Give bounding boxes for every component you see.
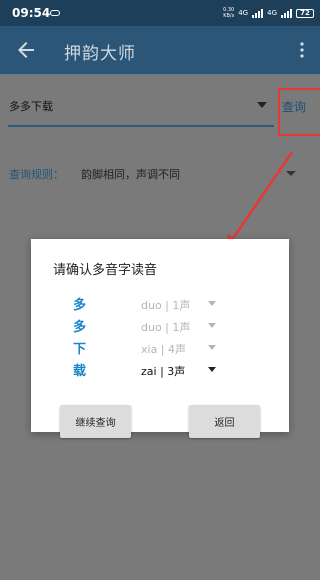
chevron-down-icon[interactable]	[208, 301, 216, 306]
network-speed: 0.30 KB/s	[223, 7, 234, 19]
chevron-down-icon[interactable]	[208, 323, 216, 328]
pinyin-select[interactable]: duo | 1声	[141, 297, 190, 313]
app-bar: 押韵大师	[0, 26, 320, 74]
page-title: 押韵大师	[64, 44, 136, 64]
query-button[interactable]: 查询	[282, 98, 306, 115]
back-arrow-icon[interactable]	[14, 38, 38, 62]
chevron-down-icon[interactable]	[208, 345, 216, 350]
char-row: 多 duo | 1声	[73, 294, 233, 313]
signal-icon	[252, 8, 264, 18]
notification-icon	[50, 10, 60, 16]
rules-label: 查询规则：	[9, 168, 64, 181]
pronunciation-dialog: 请确认多音字读音 多 duo | 1声 多 duo | 1声 下 xia | 4…	[31, 239, 289, 438]
rules-select[interactable]: 韵脚相同，声调不同	[81, 166, 180, 182]
continue-query-button[interactable]: 继续查询	[60, 405, 131, 438]
rules-dropdown-arrow-icon[interactable]	[286, 171, 296, 176]
search-input[interactable]: 多多下载	[9, 98, 53, 114]
status-bar: 09:54 0.30 KB/s 4G 4G 72	[0, 0, 320, 26]
status-time: 09:54	[12, 6, 51, 20]
pinyin-select[interactable]: zai | 3声	[141, 363, 185, 379]
char-label: 载	[73, 364, 87, 379]
more-vert-icon[interactable]	[300, 42, 304, 58]
char-label: 多	[73, 320, 87, 335]
char-row: 下 xia | 4声	[73, 338, 233, 357]
dialog-title: 请确认多音字读音	[53, 263, 158, 278]
input-underline	[8, 125, 274, 127]
char-row: 多 duo | 1声	[73, 316, 233, 335]
chevron-down-icon[interactable]	[208, 367, 216, 372]
network-type-2: 4G	[267, 9, 277, 17]
dropdown-arrow-icon[interactable]	[257, 102, 267, 108]
signal-icon-2	[281, 8, 292, 18]
pinyin-select[interactable]: xia | 4声	[141, 341, 186, 357]
pinyin-select[interactable]: duo | 1声	[141, 319, 190, 335]
network-speed-unit: KB/s	[223, 13, 235, 19]
char-row: 载 zai | 3声	[73, 360, 233, 379]
char-label: 下	[73, 342, 87, 357]
status-indicators: 0.30 KB/s 4G 4G 72	[223, 7, 314, 19]
battery-icon: 72	[296, 8, 314, 18]
char-label: 多	[73, 298, 87, 313]
network-type-1: 4G	[238, 9, 249, 17]
back-button[interactable]: 返回	[189, 405, 260, 438]
